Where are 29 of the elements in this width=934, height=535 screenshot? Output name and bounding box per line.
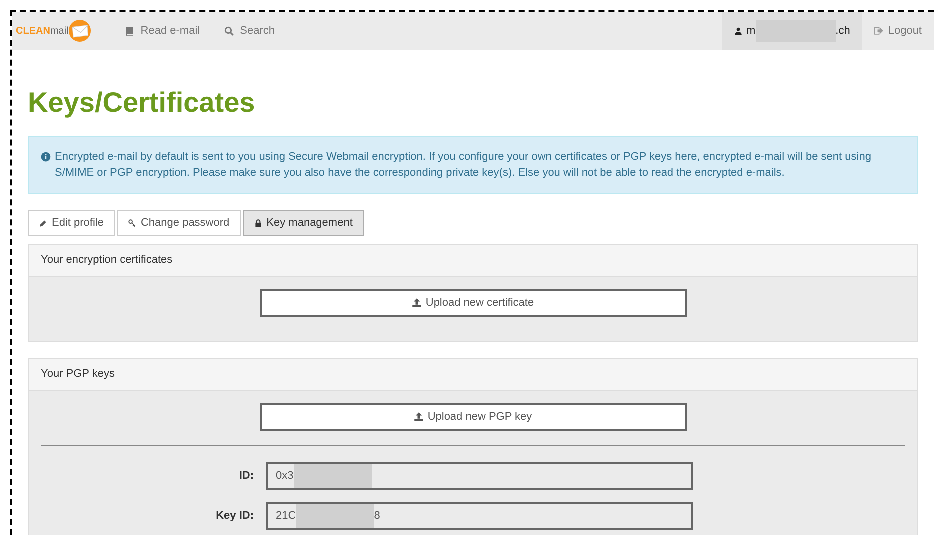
upload-button[interactable]: Upload new certificate <box>260 289 686 317</box>
panel-heading: Your encryption certificates <box>29 245 917 277</box>
panel-heading: Your PGP keys <box>29 359 917 391</box>
input-field[interactable]: 0x3 <box>266 462 693 490</box>
upload-icon <box>412 298 422 308</box>
user-icon <box>734 26 744 36</box>
logout-icon <box>874 26 884 36</box>
field-label: Key ID: <box>215 508 254 524</box>
tab[interactable]: Key management <box>242 210 364 236</box>
alert-message: Encrypted e-mail by default is sent to you using Secure Webmail encryption. If you configure your own certificates or PGP keys here, encrypted e-mail will be sent using S/MIME or PGP encryption. Please make sure you also have the corresponding private key(s). Else you will not be able to read the encrypted e-mails. <box>55 150 872 181</box>
input-field[interactable]: 21C 8 <box>266 502 693 530</box>
page-title: Keys/Certificates <box>28 86 256 120</box>
logo[interactable]: CLEANmail <box>16 20 91 42</box>
lock-icon <box>254 218 263 228</box>
key-icon <box>128 218 137 228</box>
nav-link[interactable]: Read e-mail <box>112 12 212 50</box>
upload-icon <box>414 412 424 422</box>
logout-link[interactable]: Logout <box>862 12 934 50</box>
tab[interactable]: Edit profile <box>28 210 115 236</box>
book-icon <box>124 26 136 36</box>
envelope-logo-icon <box>68 20 91 42</box>
search-icon <box>224 26 236 36</box>
tab[interactable]: Change password <box>116 210 241 236</box>
field-label: ID: <box>238 468 254 484</box>
pencil-icon <box>39 218 48 228</box>
upload-button[interactable]: Upload new PGP key <box>260 403 686 431</box>
nav-link[interactable]: Search <box>212 12 287 50</box>
user-menu[interactable]: m .ch <box>722 12 862 50</box>
info-icon <box>41 152 51 162</box>
